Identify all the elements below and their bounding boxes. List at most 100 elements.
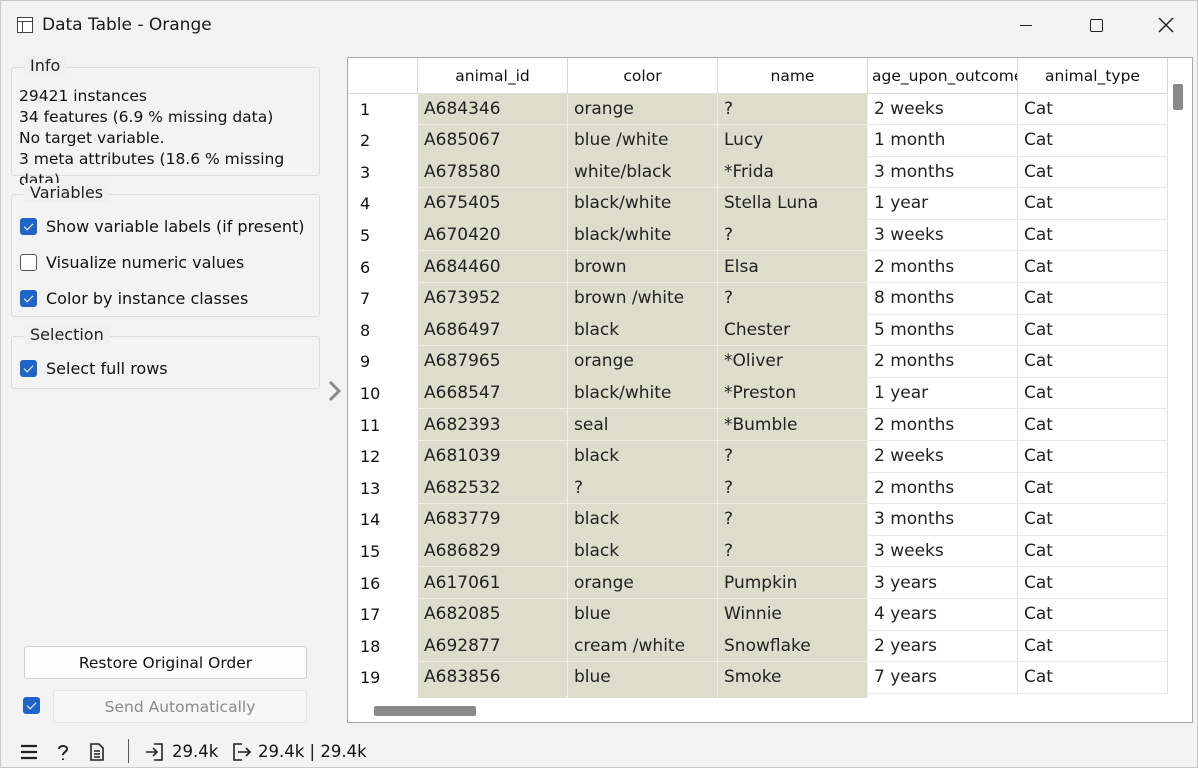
- cell-animal-type[interactable]: Cat: [1018, 187, 1168, 220]
- row-number[interactable]: 2: [348, 125, 418, 157]
- cell-color[interactable]: blue: [568, 598, 718, 631]
- cell-age-upon-outcome[interactable]: 5 months: [868, 314, 1018, 347]
- row-number[interactable]: 1: [348, 93, 418, 125]
- horizontal-scrollbar-thumb[interactable]: [374, 706, 476, 716]
- cell-animal-type[interactable]: Cat: [1018, 377, 1168, 410]
- cell-animal-id[interactable]: A686497: [418, 314, 568, 347]
- column-header-color[interactable]: color: [568, 58, 718, 94]
- cell-color[interactable]: orange: [568, 345, 718, 378]
- cell-color[interactable]: black: [568, 503, 718, 536]
- cell-color[interactable]: ?: [568, 472, 718, 505]
- cell-age-upon-outcome[interactable]: 2 months: [868, 472, 1018, 505]
- cell-color[interactable]: black/white: [568, 219, 718, 252]
- cell-animal-id[interactable]: A670420: [418, 219, 568, 252]
- column-header-animal-type[interactable]: animal_type: [1018, 58, 1168, 94]
- cell-age-upon-outcome[interactable]: 2 months: [868, 251, 1018, 283]
- color-by-class-checkbox[interactable]: Color by instance classes: [20, 289, 248, 308]
- cell-animal-type[interactable]: Cat: [1018, 567, 1168, 599]
- row-number[interactable]: 13: [348, 472, 418, 504]
- cell-animal-id[interactable]: A684346: [418, 93, 568, 125]
- cell-color[interactable]: orange: [568, 93, 718, 125]
- cell-animal-type[interactable]: Cat: [1018, 535, 1168, 568]
- cell-age-upon-outcome[interactable]: 2 weeks: [868, 440, 1018, 473]
- row-number[interactable]: 11: [348, 409, 418, 441]
- maximize-button[interactable]: [1061, 1, 1131, 49]
- cell-age-upon-outcome[interactable]: 3 months: [868, 156, 1018, 189]
- cell-name[interactable]: ?: [718, 93, 868, 125]
- cell-animal-type[interactable]: Cat: [1018, 93, 1168, 125]
- corner-header[interactable]: [348, 58, 418, 94]
- cell-name[interactable]: *Frida: [718, 156, 868, 189]
- cell-name[interactable]: Snowflake: [718, 630, 868, 663]
- row-number[interactable]: 16: [348, 567, 418, 599]
- close-button[interactable]: [1131, 1, 1198, 49]
- cell-color[interactable]: black/white: [568, 377, 718, 410]
- cell-age-upon-outcome[interactable]: 2 weeks: [868, 93, 1018, 125]
- cell-name[interactable]: ?: [718, 503, 868, 536]
- cell-animal-id[interactable]: A617061: [418, 567, 568, 599]
- row-number[interactable]: 15: [348, 535, 418, 567]
- cell-name[interactable]: *Oliver: [718, 345, 868, 378]
- cell-animal-type[interactable]: Cat: [1018, 124, 1168, 157]
- row-number[interactable]: 3: [348, 156, 418, 188]
- cell-age-upon-outcome[interactable]: 3 weeks: [868, 535, 1018, 568]
- cell-animal-id[interactable]: A668547: [418, 377, 568, 410]
- row-number[interactable]: 4: [348, 188, 418, 220]
- help-icon[interactable]: [53, 742, 73, 762]
- cell-name[interactable]: ?: [718, 282, 868, 315]
- cell-name[interactable]: Lucy: [718, 124, 868, 157]
- cell-name[interactable]: ?: [718, 535, 868, 568]
- cell-age-upon-outcome[interactable]: 1 month: [868, 124, 1018, 157]
- column-header-animal-id[interactable]: animal_id: [418, 58, 568, 94]
- cell-animal-type[interactable]: Cat: [1018, 219, 1168, 252]
- cell-animal-type[interactable]: Cat: [1018, 314, 1168, 347]
- cell-animal-type[interactable]: Cat: [1018, 345, 1168, 378]
- send-automatically-checkbox[interactable]: [23, 697, 40, 714]
- cell-animal-id[interactable]: A675405: [418, 187, 568, 220]
- row-number[interactable]: 10: [348, 377, 418, 409]
- report-icon[interactable]: [87, 742, 107, 762]
- cell-age-upon-outcome[interactable]: 2 months: [868, 345, 1018, 378]
- hamburger-icon[interactable]: [19, 742, 39, 762]
- cell-name[interactable]: Elsa: [718, 251, 868, 283]
- cell-color[interactable]: blue: [568, 661, 718, 694]
- cell-animal-id[interactable]: A682085: [418, 598, 568, 631]
- cell-name[interactable]: ?: [718, 472, 868, 505]
- cell-age-upon-outcome[interactable]: 1 year: [868, 187, 1018, 220]
- row-number[interactable]: 17: [348, 599, 418, 631]
- cell-name[interactable]: Stella Luna: [718, 187, 868, 220]
- cell-color[interactable]: black/white: [568, 187, 718, 220]
- row-number[interactable]: 14: [348, 504, 418, 536]
- cell-animal-type[interactable]: Cat: [1018, 598, 1168, 631]
- cell-animal-id[interactable]: A683856: [418, 661, 568, 694]
- row-number[interactable]: 5: [348, 219, 418, 251]
- cell-age-upon-outcome[interactable]: 3 weeks: [868, 219, 1018, 252]
- cell-age-upon-outcome[interactable]: 2 months: [868, 409, 1018, 441]
- cell-animal-id[interactable]: A685067: [418, 124, 568, 157]
- row-number[interactable]: 12: [348, 441, 418, 473]
- cell-name[interactable]: Chester: [718, 314, 868, 347]
- cell-animal-type[interactable]: Cat: [1018, 156, 1168, 189]
- row-number[interactable]: 6: [348, 251, 418, 283]
- cell-name[interactable]: *Preston: [718, 377, 868, 410]
- cell-name[interactable]: ?: [718, 219, 868, 252]
- checkbox-checked[interactable]: [20, 218, 37, 235]
- cell-animal-id[interactable]: A686829: [418, 535, 568, 568]
- row-number[interactable]: 7: [348, 283, 418, 315]
- row-number[interactable]: 8: [348, 314, 418, 346]
- cell-animal-type[interactable]: Cat: [1018, 440, 1168, 473]
- send-automatically-button[interactable]: Send Automatically: [53, 690, 307, 723]
- cell-color[interactable]: black: [568, 314, 718, 347]
- cell-animal-id[interactable]: A673952: [418, 282, 568, 315]
- cell-animal-type[interactable]: Cat: [1018, 661, 1168, 694]
- cell-animal-id[interactable]: A692877: [418, 630, 568, 663]
- column-header-age-upon-outcome[interactable]: age_upon_outcome: [868, 58, 1018, 94]
- checkbox-checked[interactable]: [20, 360, 37, 377]
- cell-name[interactable]: Pumpkin: [718, 567, 868, 599]
- cell-animal-id[interactable]: A687965: [418, 345, 568, 378]
- cell-name[interactable]: Smoke: [718, 661, 868, 694]
- cell-animal-id[interactable]: A678580: [418, 156, 568, 189]
- column-header-name[interactable]: name: [718, 58, 868, 94]
- cell-color[interactable]: black: [568, 535, 718, 568]
- cell-name[interactable]: Winnie: [718, 598, 868, 631]
